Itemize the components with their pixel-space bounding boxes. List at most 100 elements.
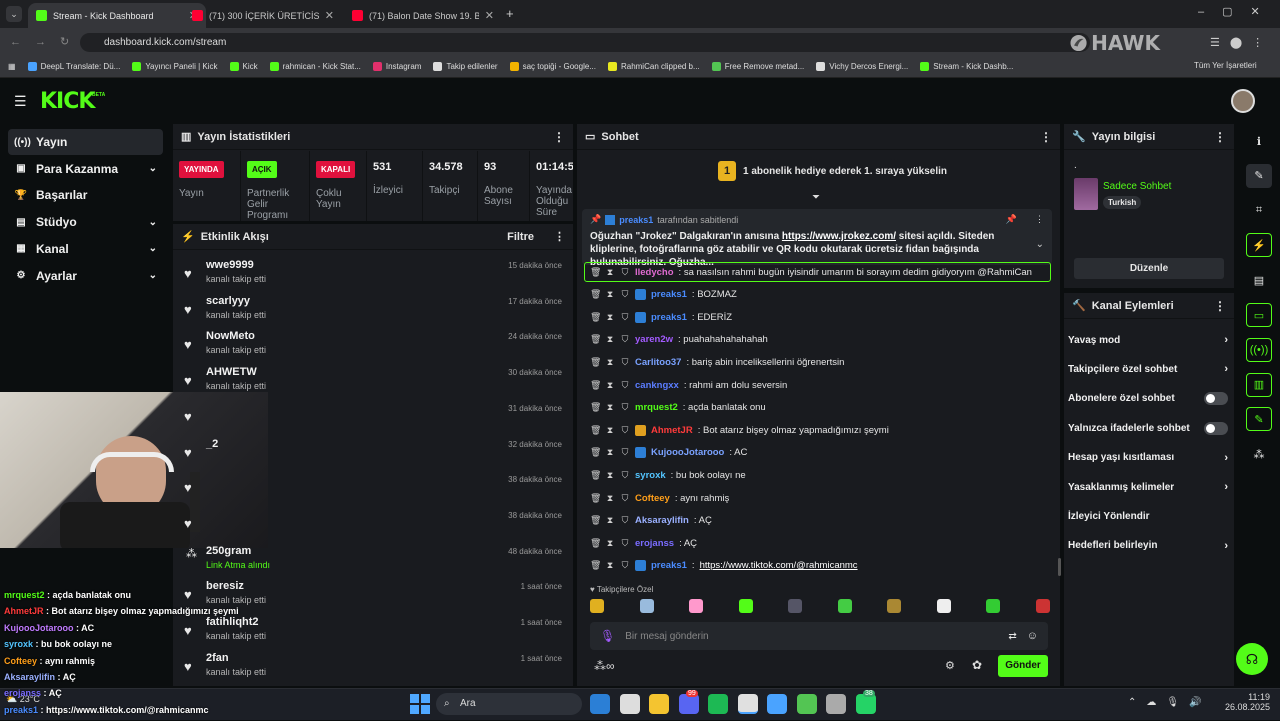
timeout-icon[interactable]: ⧗ (605, 425, 615, 436)
bookmark-item[interactable]: Instagram (372, 62, 421, 71)
event-user[interactable]: wwe9999 (206, 259, 254, 271)
emote-picker-icon[interactable]: ✿ (972, 658, 982, 672)
chevron-down-icon[interactable]: ⌄ (149, 243, 157, 254)
chevron-down-icon[interactable]: ⌄ (149, 163, 157, 174)
whatsapp-icon[interactable] (855, 694, 876, 714)
delete-icon[interactable]: 🗑 (590, 447, 601, 458)
chat-username[interactable]: Aksaraylifin (635, 515, 689, 526)
support-icon[interactable]: ☊ (1236, 643, 1268, 675)
close-tab-icon[interactable]: ✕ (485, 9, 494, 22)
crop-icon[interactable]: ⌗ (1246, 199, 1272, 223)
stream-info-menu-icon[interactable]: ⋮ (1214, 130, 1226, 144)
timeout-icon[interactable]: ⧗ (605, 538, 615, 549)
timeout-icon[interactable]: ⧗ (605, 267, 615, 278)
stats-menu-icon[interactable]: ⋮ (553, 130, 565, 144)
delete-icon[interactable]: 🗑 (590, 515, 601, 526)
spotify-icon[interactable] (708, 694, 728, 714)
ban-shield-icon[interactable]: ⛉ (620, 425, 630, 436)
emote-icon[interactable] (936, 599, 951, 613)
pinned-by-user[interactable]: preaks1 (619, 215, 653, 225)
chat-username[interactable]: lledycho (635, 267, 674, 278)
chat-username[interactable]: preaks1 (651, 560, 687, 571)
chat-scrollbar[interactable] (1058, 558, 1061, 576)
expand-icon[interactable]: ⌄ (1036, 239, 1044, 250)
toggle-switch[interactable] (1204, 392, 1228, 406)
browser-tab[interactable]: (71) 300 İÇERİK ÜRETİCİSİNİ KA ✕ (184, 3, 342, 28)
pinned-link[interactable]: https://www.jrokez.com/ (782, 231, 896, 242)
tab-search-icon[interactable]: ⌄ (6, 6, 22, 22)
avatar[interactable] (1231, 89, 1255, 113)
chat-username[interactable]: preaks1 (651, 289, 687, 300)
photos-icon[interactable] (590, 694, 610, 714)
ban-shield-icon[interactable]: ⛉ (620, 515, 630, 526)
delete-icon[interactable]: 🗑 (590, 402, 601, 413)
ban-shield-icon[interactable]: ⛉ (620, 380, 630, 391)
activity-menu-icon[interactable]: ⋮ (554, 230, 565, 243)
chat-username[interactable]: yaren2w (635, 334, 673, 345)
nav-item[interactable]: ⚙ Ayarlar ⌄ (8, 263, 163, 289)
app-icon[interactable] (826, 694, 846, 714)
timeout-icon[interactable]: ⧗ (605, 380, 615, 391)
mic-icon[interactable]: 🎙 (600, 629, 615, 643)
chevron-right-icon[interactable]: › (1224, 452, 1228, 464)
channel-actions-menu-icon[interactable]: ⋮ (1214, 299, 1226, 313)
chat-menu-icon[interactable]: ⋮ (1040, 130, 1052, 144)
delete-icon[interactable]: 🗑 (590, 560, 601, 571)
ban-shield-icon[interactable]: ⛉ (620, 334, 630, 345)
ban-shield-icon[interactable]: ⛉ (620, 267, 630, 278)
chat-link[interactable]: https://www.tiktok.com/@rahmicanmc (700, 560, 858, 571)
edit-icon[interactable]: ✎ (1246, 163, 1272, 188)
nav-item[interactable]: ▣ Para Kazanma ⌄ (8, 156, 163, 182)
points-icon[interactable]: ⁂∞ (594, 659, 615, 673)
browser-tab[interactable]: Stream - Kick Dashboard✕ (28, 3, 206, 28)
document-icon[interactable]: ▤ (1246, 268, 1272, 292)
settings-icon[interactable]: ⚙ (945, 659, 955, 672)
bookmark-item[interactable]: saç topiği - Google... (509, 62, 596, 71)
tools-icon[interactable]: ✎ (1246, 407, 1272, 432)
chat-username[interactable]: erojanss (635, 538, 674, 549)
flash-icon[interactable]: ⚡ (1246, 233, 1272, 258)
event-user[interactable]: 2fan (206, 652, 229, 664)
browser-tab[interactable]: (71) Balon Date Show 19. Bölüm ✕ (344, 3, 502, 28)
timeout-icon[interactable]: ⧗ (605, 312, 615, 323)
emote-icon[interactable] (887, 599, 902, 613)
minecraft-icon[interactable] (796, 694, 817, 714)
clock[interactable]: 11:19 26.08.2025 (1218, 692, 1270, 712)
timeout-icon[interactable]: ⧗ (605, 470, 615, 481)
channel-action-item[interactable]: Takipçilere özel sohbet › (1068, 355, 1228, 383)
delete-icon[interactable]: 🗑 (590, 312, 601, 323)
nav-item[interactable]: 🏆 Başarılar (8, 182, 163, 208)
ban-shield-icon[interactable]: ⛉ (620, 538, 630, 549)
chat-username[interactable]: KujoooJotarooo (651, 447, 724, 458)
explorer-icon[interactable] (649, 694, 669, 714)
timeout-icon[interactable]: ⧗ (605, 447, 615, 458)
delete-icon[interactable]: 🗑 (590, 334, 601, 345)
unpin-icon[interactable]: 📌 (1006, 214, 1017, 225)
bookmark-item[interactable]: rahmican - Kick Stat... (269, 62, 361, 71)
apps-icon[interactable]: ▦ (8, 62, 16, 71)
chat-username[interactable]: cankngxx (635, 380, 679, 391)
event-user[interactable]: AHWETW (206, 366, 257, 378)
edit-button[interactable]: Düzenle (1074, 258, 1224, 279)
chevron-right-icon[interactable]: › (1224, 363, 1228, 375)
ban-shield-icon[interactable]: ⛉ (620, 493, 630, 504)
nav-item[interactable]: ((•)) Yayın (8, 129, 163, 155)
nav-item[interactable]: ▦ Kanal ⌄ (8, 236, 163, 262)
app-icon[interactable] (767, 694, 787, 714)
timeout-icon[interactable]: ⧗ (605, 289, 615, 300)
channel-action-item[interactable]: Hesap yaşı kısıtlaması › (1068, 444, 1228, 472)
channel-action-item[interactable]: Abonelere özel sohbet (1068, 385, 1228, 413)
nav-arrows-icon[interactable]: ←→↻ (10, 35, 83, 48)
taskbar-search[interactable]: ⌕ Ara (436, 693, 582, 715)
chat-username[interactable]: AhmetJR (651, 425, 693, 436)
delete-icon[interactable]: 🗑 (590, 425, 601, 436)
hamburger-icon[interactable]: ☰ (14, 93, 27, 110)
delete-icon[interactable]: 🗑 (590, 470, 601, 481)
steam-icon[interactable] (619, 694, 640, 714)
send-button[interactable]: Gönder (998, 655, 1048, 677)
event-user[interactable]: NowMeto (206, 330, 255, 342)
delete-icon[interactable]: 🗑 (590, 380, 601, 391)
category-name[interactable]: Sadece Sohbet (1103, 181, 1171, 192)
timeout-icon[interactable]: ⧗ (605, 515, 615, 526)
toggle-switch[interactable] (1204, 421, 1228, 435)
